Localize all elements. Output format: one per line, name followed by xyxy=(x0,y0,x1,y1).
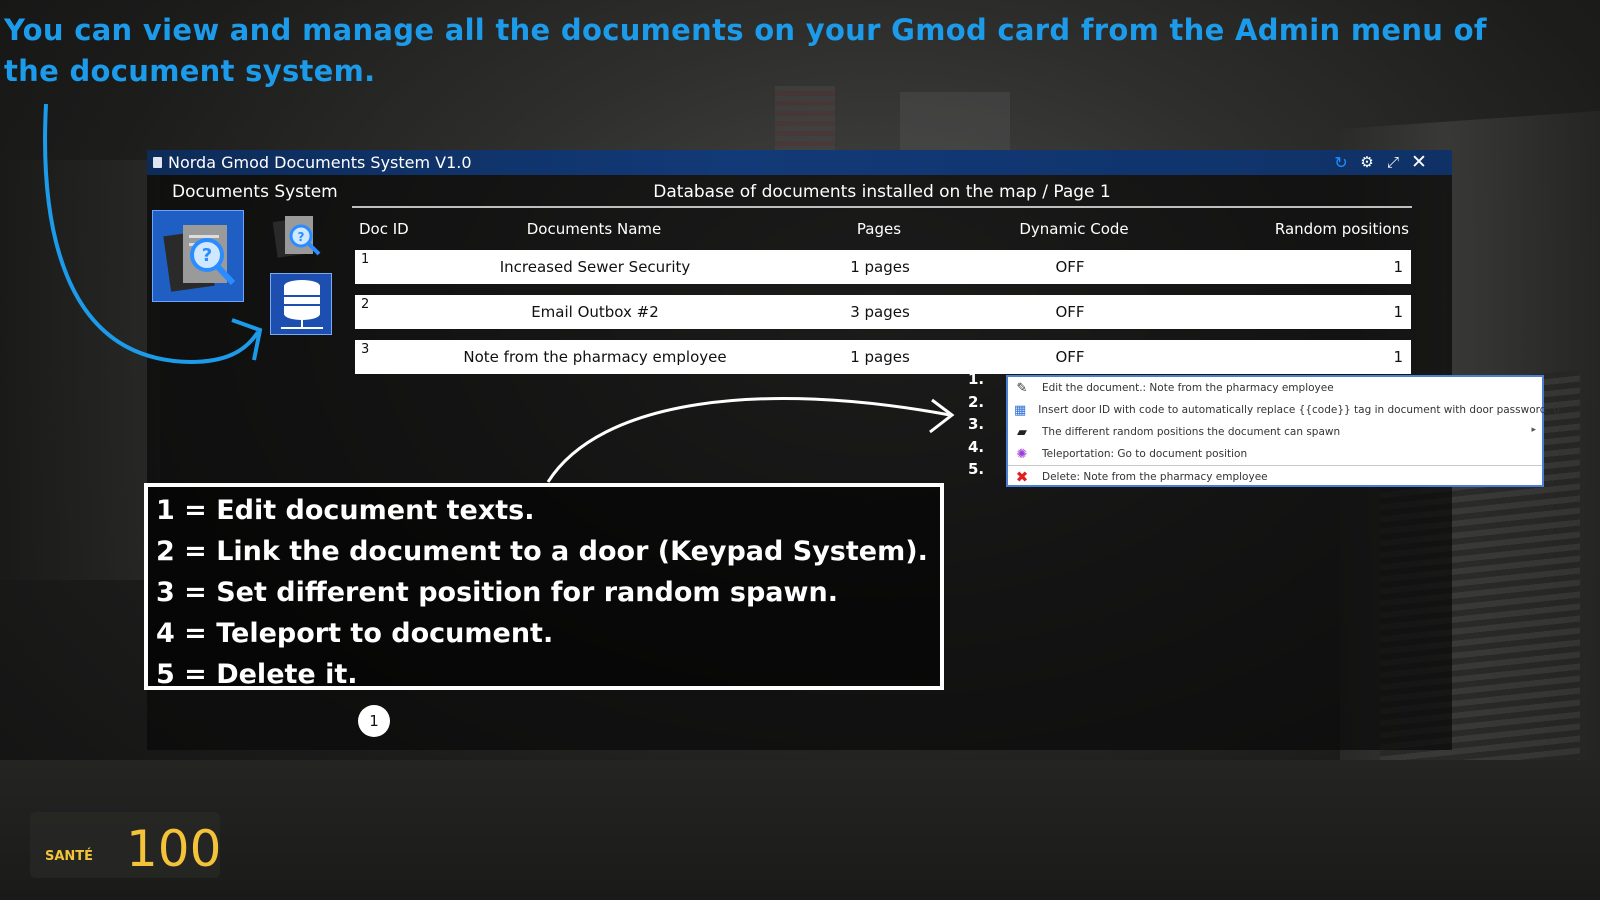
window-titlebar[interactable]: Norda Gmod Documents System V1.0 ↻ ⚙ ⤢ ✕ xyxy=(147,150,1452,175)
column-pages[interactable]: Pages xyxy=(829,220,929,238)
menu-item-label: Delete: Note from the pharmacy employee xyxy=(1042,470,1268,483)
legend-line: 1 = Edit document texts. xyxy=(156,495,535,526)
table-row[interactable]: 2 Email Outbox #2 3 pages OFF 1 xyxy=(355,295,1411,329)
expand-icon[interactable]: ⤢ xyxy=(1384,153,1402,171)
cell-dynamic-code: OFF xyxy=(1055,258,1085,276)
documents-search-icon: ? xyxy=(163,225,236,292)
menu-item-label: Insert door ID with code to automaticall… xyxy=(1038,404,1560,416)
number-label: 1. xyxy=(968,370,985,388)
window-title: Norda Gmod Documents System V1.0 xyxy=(168,153,472,172)
legend-line: 3 = Set different position for random sp… xyxy=(156,577,838,608)
cell-pages: 3 pages xyxy=(850,303,910,321)
column-documents-name[interactable]: Documents Name xyxy=(359,220,829,238)
title-divider xyxy=(352,206,1412,208)
context-menu: ✎ Edit the document.: Note from the phar… xyxy=(1006,375,1560,487)
documents-search-button[interactable]: ? xyxy=(152,210,244,302)
cell-random-positions: 1 xyxy=(1393,258,1403,276)
gear-icon[interactable]: ⚙ xyxy=(1358,153,1376,171)
pencil-icon: ✎ xyxy=(1016,380,1028,396)
health-hud: SANTÉ 100 xyxy=(30,812,222,878)
legend-line: 2 = Link the document to a door (Keypad … xyxy=(156,536,928,567)
table-row[interactable]: 1 Increased Sewer Security 1 pages OFF 1 xyxy=(355,250,1411,284)
sidebar-title: Documents System xyxy=(172,182,338,202)
cell-document-name: Increased Sewer Security xyxy=(499,258,691,276)
document-icon xyxy=(153,157,162,168)
table-header: Doc ID Documents Name Pages Dynamic Code… xyxy=(359,220,1409,244)
svg-text:?: ? xyxy=(298,230,305,244)
cell-pages: 1 pages xyxy=(850,348,910,366)
menu-item-teleport[interactable]: ✺ Teleportation: Go to document position xyxy=(1008,443,1542,465)
delete-icon: ✖ xyxy=(1015,467,1029,486)
column-random-positions[interactable]: Random positions xyxy=(1275,220,1409,238)
documents-view-button[interactable]: ? xyxy=(269,212,325,260)
health-label: SANTÉ xyxy=(45,849,94,864)
cell-document-name: Email Outbox #2 xyxy=(531,303,659,321)
background-floor xyxy=(0,760,1600,900)
number-label: 3. xyxy=(968,415,985,433)
refresh-icon[interactable]: ↻ xyxy=(1332,153,1350,172)
documents-view-icon: ? xyxy=(272,216,321,258)
menu-item-insert-door-id[interactable]: ▦ Insert door ID with code to automatica… xyxy=(1008,399,1560,421)
teleport-icon: ✺ xyxy=(1016,446,1028,462)
headline-caption: You can view and manage all the document… xyxy=(4,13,1487,88)
menu-item-random-positions[interactable]: ▰ The different random positions the doc… xyxy=(1008,421,1542,443)
cell-random-positions: 1 xyxy=(1393,303,1403,321)
page-number-button[interactable]: 1 xyxy=(358,705,390,737)
number-label: 4. xyxy=(968,437,985,456)
cell-document-name: Note from the pharmacy employee xyxy=(463,348,727,366)
menu-item-edit-document[interactable]: ✎ Edit the document.: Note from the phar… xyxy=(1008,377,1542,399)
cell-random-positions: 1 xyxy=(1393,348,1403,366)
database-button[interactable] xyxy=(270,273,332,335)
submenu-arrow-icon: ▸ xyxy=(1531,425,1536,435)
close-icon[interactable]: ✕ xyxy=(1410,151,1428,173)
menu-item-label: The different random positions the docum… xyxy=(1042,426,1341,438)
legend-line: 5 = Delete it. xyxy=(156,659,358,690)
cell-dynamic-code: OFF xyxy=(1055,348,1085,366)
svg-text:?: ? xyxy=(202,245,212,266)
database-icon xyxy=(281,280,323,329)
grid-icon: ▦ xyxy=(1014,402,1027,418)
window-controls: ↻ ⚙ ⤢ ✕ xyxy=(1332,151,1428,173)
table-row[interactable]: 3 Note from the pharmacy employee 1 page… xyxy=(355,340,1411,374)
menu-item-label: Edit the document.: Note from the pharma… xyxy=(1042,382,1334,394)
menu-item-delete[interactable]: ✖ Delete: Note from the pharmacy employe… xyxy=(1008,465,1542,487)
context-menu-numbers: 1. 2. 3. 4. 5. xyxy=(968,368,998,481)
column-dynamic-code[interactable]: Dynamic Code xyxy=(979,220,1169,238)
legend-line: 4 = Teleport to document. xyxy=(156,618,554,649)
cell-dynamic-code: OFF xyxy=(1055,303,1085,321)
book-icon: ▰ xyxy=(1017,424,1027,440)
database-title: Database of documents installed on the m… xyxy=(653,182,1111,202)
cell-pages: 1 pages xyxy=(850,258,910,276)
number-label: 2. xyxy=(968,392,985,411)
number-label: 5. xyxy=(968,460,985,478)
health-value: 100 xyxy=(126,820,222,878)
background-flag xyxy=(775,86,835,156)
menu-item-label: Teleportation: Go to document position xyxy=(1042,448,1248,460)
background-wall-left xyxy=(0,160,160,580)
legend-box: 1 = Edit document texts. 2 = Link the do… xyxy=(144,483,944,690)
